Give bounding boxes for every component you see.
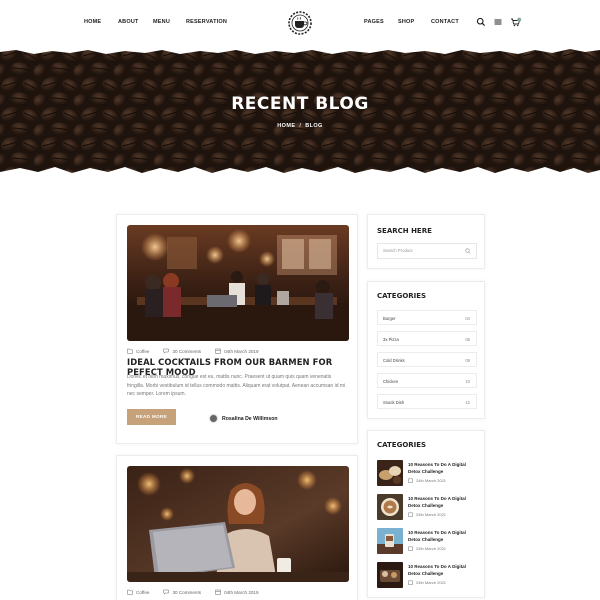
cart-icon[interactable]: [510, 17, 522, 27]
category-name: 3x Pizza: [383, 336, 399, 342]
post-excerpt: Donec et nibh maximus, congue est eu, ma…: [127, 374, 346, 397]
post-date-label: 04th March 2019: [224, 348, 259, 354]
categories-widget: CATEGORIES Burger 04 3x Pizza 06 Cold Dr…: [367, 281, 485, 419]
recent-post-date-label: 24th March 2021: [416, 478, 447, 483]
nav-menu[interactable]: MENU: [153, 19, 170, 25]
nav-home[interactable]: HOME: [84, 19, 101, 25]
search-widget: SEARCH HERE Search Product: [367, 214, 485, 269]
blog-post-card: Coffee 30 Comments 04th March 2019: [116, 455, 358, 600]
recent-post-date-label: 24th March 2021: [416, 512, 447, 517]
post-author[interactable]: Rosalina De Willimson: [209, 414, 278, 423]
post-date: 04th March 2019: [215, 589, 259, 595]
search-icon[interactable]: [476, 17, 486, 27]
comment-icon: [163, 348, 170, 354]
post-category[interactable]: Coffee: [127, 589, 149, 595]
widget-title: CATEGORIES: [377, 441, 427, 449]
post-image[interactable]: [127, 466, 349, 582]
post-comments[interactable]: 30 Comments: [163, 348, 201, 354]
post-image[interactable]: [127, 225, 349, 341]
breadcrumb: HOME / BLOG: [0, 123, 600, 129]
recent-post-item[interactable]: 10 Reasons To Do A Digital Detox Challen…: [377, 460, 477, 486]
category-item[interactable]: Cold Drinks 08: [377, 352, 477, 367]
post-date: 04th March 2019: [215, 348, 259, 354]
breadcrumb-current: BLOG: [305, 123, 323, 129]
post-comments-label: 30 Comments: [172, 589, 202, 595]
recent-post-title: 10 Reasons To Do A Digital Detox Challen…: [408, 462, 466, 474]
recent-post-date: 24th March 2021: [408, 512, 446, 517]
breadcrumb-home[interactable]: HOME: [277, 123, 295, 129]
top-navigation: HOME ABOUT MENU RESERVATION PAGES SHOP C…: [0, 0, 600, 46]
post-comments-label: 30 Comments: [172, 348, 202, 354]
breadcrumb-separator: /: [299, 123, 302, 129]
recent-post-date: 24th March 2021: [408, 546, 446, 551]
recent-post-item[interactable]: 10 Reasons To Do A Digital Detox Challen…: [377, 494, 477, 520]
coffee-cup-logo[interactable]: [286, 9, 314, 37]
calendar-icon: [408, 512, 413, 517]
recent-posts-widget: CATEGORIES 10 Reasons To Do A Digital De…: [367, 430, 485, 598]
category-name: Chicken: [383, 378, 399, 384]
calendar-icon: [215, 589, 221, 595]
menu-icon[interactable]: [493, 17, 503, 27]
nav-contact[interactable]: CONTACT: [431, 19, 459, 25]
category-count: 04: [465, 315, 470, 321]
category-count: 08: [465, 357, 470, 363]
nav-pages[interactable]: PAGES: [364, 19, 384, 25]
recent-post-date-label: 24th March 2021: [416, 546, 447, 551]
category-count: 12: [465, 399, 470, 405]
avatar: [209, 414, 218, 423]
post-date-label: 04th March 2019: [224, 589, 259, 595]
recent-post-thumbnail[interactable]: [377, 528, 403, 554]
category-item[interactable]: Burger 04: [377, 310, 477, 325]
post-meta: Coffee 30 Comments 04th March 2019: [127, 348, 259, 354]
read-more-button[interactable]: READ MORE: [127, 409, 176, 425]
category-count: 10: [465, 378, 470, 384]
page-title: RECENT BLOG: [231, 94, 369, 114]
recent-post-thumbnail[interactable]: [377, 494, 403, 520]
recent-post-date: 24th March 2021: [408, 478, 446, 483]
post-category-label: Coffee: [136, 589, 150, 595]
post-meta: Coffee 30 Comments 04th March 2019: [127, 589, 259, 595]
folder-icon: [127, 348, 133, 354]
post-category[interactable]: Coffee: [127, 348, 149, 354]
category-count: 06: [465, 336, 470, 342]
page-banner: RECENT BLOG HOME / BLOG: [0, 46, 600, 176]
calendar-icon: [408, 478, 413, 483]
recent-post-thumbnail[interactable]: [377, 460, 403, 486]
calendar-icon: [408, 580, 413, 585]
author-name: Rosalina De Willimson: [222, 415, 278, 422]
calendar-icon: [408, 546, 413, 551]
nav-about[interactable]: ABOUT: [118, 19, 139, 25]
recent-post-item[interactable]: 10 Reasons To Do A Digital Detox Challen…: [377, 562, 477, 588]
recent-post-date: 24th March 2021: [408, 580, 446, 585]
recent-post-date-label: 24th March 2021: [416, 580, 447, 585]
comment-icon: [163, 589, 170, 595]
widget-title: CATEGORIES: [377, 292, 427, 300]
widget-title: SEARCH HERE: [377, 227, 432, 235]
post-category-label: Coffee: [136, 348, 150, 354]
recent-post-title: 10 Reasons To Do A Digital Detox Challen…: [408, 530, 466, 542]
recent-post-item[interactable]: 10 Reasons To Do A Digital Detox Challen…: [377, 528, 477, 554]
category-item[interactable]: Snack Dish 12: [377, 394, 477, 409]
nav-reservation[interactable]: RESERVATION: [186, 19, 227, 25]
recent-post-title: 10 Reasons To Do A Digital Detox Challen…: [408, 564, 466, 576]
search-input[interactable]: Search Product: [377, 243, 477, 259]
category-name: Snack Dish: [383, 399, 405, 405]
recent-post-thumbnail[interactable]: [377, 562, 403, 588]
blog-post-card: Coffee 30 Comments 04th March 2019 IDEAL…: [116, 214, 358, 444]
calendar-icon: [215, 348, 221, 354]
search-placeholder: Search Product: [383, 248, 413, 253]
post-comments[interactable]: 30 Comments: [163, 589, 201, 595]
category-name: Burger: [383, 315, 396, 321]
category-item[interactable]: Chicken 10: [377, 373, 477, 388]
category-item[interactable]: 3x Pizza 06: [377, 331, 477, 346]
folder-icon: [127, 589, 133, 595]
category-name: Cold Drinks: [383, 357, 405, 363]
recent-post-title: 10 Reasons To Do A Digital Detox Challen…: [408, 496, 466, 508]
search-icon[interactable]: [465, 248, 471, 254]
nav-shop[interactable]: SHOP: [398, 19, 414, 25]
